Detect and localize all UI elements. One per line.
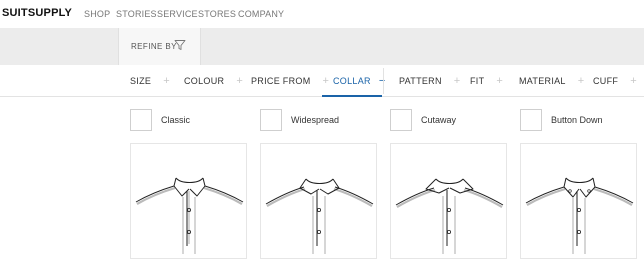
filter-tabs: SIZE + COLOUR + PRICE FROM + COLLAR − PA… xyxy=(0,65,644,97)
filter-tab-cuff[interactable]: CUFF + xyxy=(593,65,637,97)
expand-plus-icon: + xyxy=(577,75,585,87)
filter-tab-label: FIT xyxy=(470,76,485,86)
nav-company[interactable]: COMPANY xyxy=(238,9,284,19)
filter-tab-colour[interactable]: COLOUR + xyxy=(184,65,243,97)
collar-card-classic[interactable] xyxy=(130,143,247,259)
filter-tab-pattern[interactable]: PATTERN + xyxy=(399,65,461,97)
refine-bar xyxy=(0,28,644,65)
widespread-collar-icon xyxy=(265,178,374,254)
top-navigation: SUITSUPPLY SHOP STORIES SERVICE STORES C… xyxy=(0,0,644,28)
active-tab-indicator xyxy=(322,95,382,97)
option-label: Cutaway xyxy=(421,115,457,125)
expand-plus-icon: + xyxy=(630,75,637,87)
cutaway-collar-icon xyxy=(395,178,504,254)
option-label: Classic xyxy=(161,115,191,125)
filter-tab-label: PRICE FROM xyxy=(251,76,311,86)
classic-collar-icon xyxy=(135,177,244,254)
filter-tab-price-from[interactable]: PRICE FROM + xyxy=(251,65,329,97)
option-label: Widespread xyxy=(291,115,340,125)
expand-plus-icon: + xyxy=(163,75,170,87)
option-classic[interactable]: Classic xyxy=(130,109,190,131)
filter-tab-size[interactable]: SIZE + xyxy=(130,65,170,97)
option-button-down[interactable]: Button Down xyxy=(520,109,603,131)
filter-tab-label: PATTERN xyxy=(399,76,442,86)
expand-plus-icon: + xyxy=(236,75,244,87)
checkbox[interactable] xyxy=(390,109,412,131)
filter-tab-label: SIZE xyxy=(130,76,152,86)
filter-tab-label: COLLAR xyxy=(333,76,371,86)
filter-tab-fit[interactable]: FIT + xyxy=(470,65,503,97)
button-down-collar-icon xyxy=(525,177,634,254)
filter-funnel-icon xyxy=(174,40,186,50)
expand-plus-icon: + xyxy=(496,75,504,87)
tab-divider xyxy=(383,68,384,94)
checkbox[interactable] xyxy=(130,109,152,131)
option-cutaway[interactable]: Cutaway xyxy=(390,109,456,131)
expand-plus-icon: + xyxy=(322,75,330,87)
checkbox[interactable] xyxy=(260,109,282,131)
filter-tab-label: CUFF xyxy=(593,76,619,86)
brand-logo[interactable]: SUITSUPPLY xyxy=(2,7,72,19)
collar-card-button-down[interactable] xyxy=(520,143,637,259)
refine-by-button[interactable]: REFINE BY xyxy=(118,28,201,65)
nav-stories[interactable]: STORIES xyxy=(116,9,157,19)
filter-tab-label: COLOUR xyxy=(184,76,225,86)
nav-stores[interactable]: STORES xyxy=(198,9,236,19)
option-label: Button Down xyxy=(551,115,603,125)
filter-tab-label: MATERIAL xyxy=(519,76,566,86)
nav-shop[interactable]: SHOP xyxy=(84,9,110,19)
refine-by-label: REFINE BY xyxy=(131,42,177,51)
checkbox[interactable] xyxy=(520,109,542,131)
nav-service[interactable]: SERVICE xyxy=(157,9,198,19)
filter-tab-material[interactable]: MATERIAL + xyxy=(519,65,584,97)
collar-card-widespread[interactable] xyxy=(260,143,377,259)
filter-tab-collar[interactable]: COLLAR − xyxy=(333,65,386,97)
expand-plus-icon: + xyxy=(453,75,461,87)
collar-card-cutaway[interactable] xyxy=(390,143,507,259)
option-widespread[interactable]: Widespread xyxy=(260,109,339,131)
